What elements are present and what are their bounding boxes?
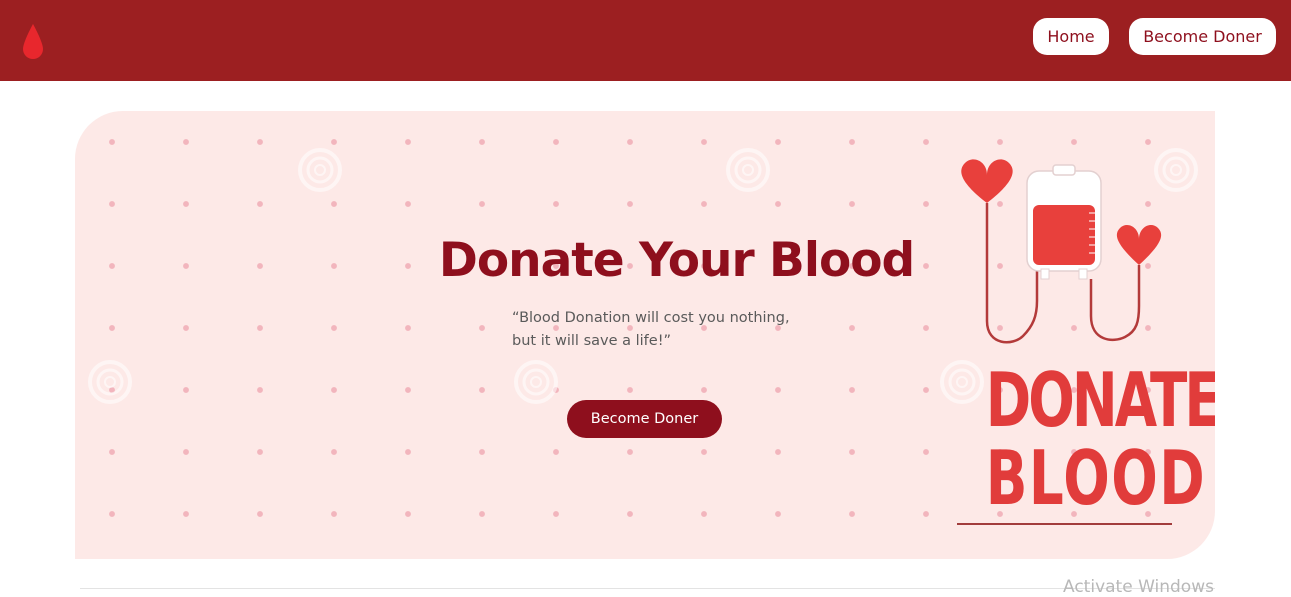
hero-quote-line: but it will save a life!” xyxy=(512,333,672,349)
section-divider xyxy=(80,588,1215,589)
hero-quote: “Blood Donation will cost you nothing, b… xyxy=(512,307,812,353)
watermark-swirl-icon xyxy=(298,148,342,192)
donate-blood-illustration-text: DONATE BLOOD xyxy=(956,356,1215,522)
blood-drop-icon[interactable] xyxy=(20,22,46,62)
activate-windows-watermark: Activate Windows xyxy=(1063,577,1214,597)
watermark-swirl-icon xyxy=(726,148,770,192)
illustration-underline xyxy=(957,523,1172,525)
blood-text-line: BLOOD xyxy=(985,434,1207,522)
hero-quote-line: “Blood Donation will cost you nothing, xyxy=(512,310,790,326)
nav-become-doner-button[interactable]: Become Doner xyxy=(1129,18,1276,55)
nav-home-button[interactable]: Home xyxy=(1033,18,1109,55)
navbar: Home Become Doner xyxy=(0,0,1291,81)
watermark-swirl-icon xyxy=(514,360,558,404)
become-doner-button[interactable]: Become Doner xyxy=(567,400,722,438)
hero-banner: Donate Your Blood “Blood Donation will c… xyxy=(75,111,1215,559)
watermark-swirl-icon xyxy=(88,360,132,404)
donate-text-line: DONATE xyxy=(985,356,1215,444)
